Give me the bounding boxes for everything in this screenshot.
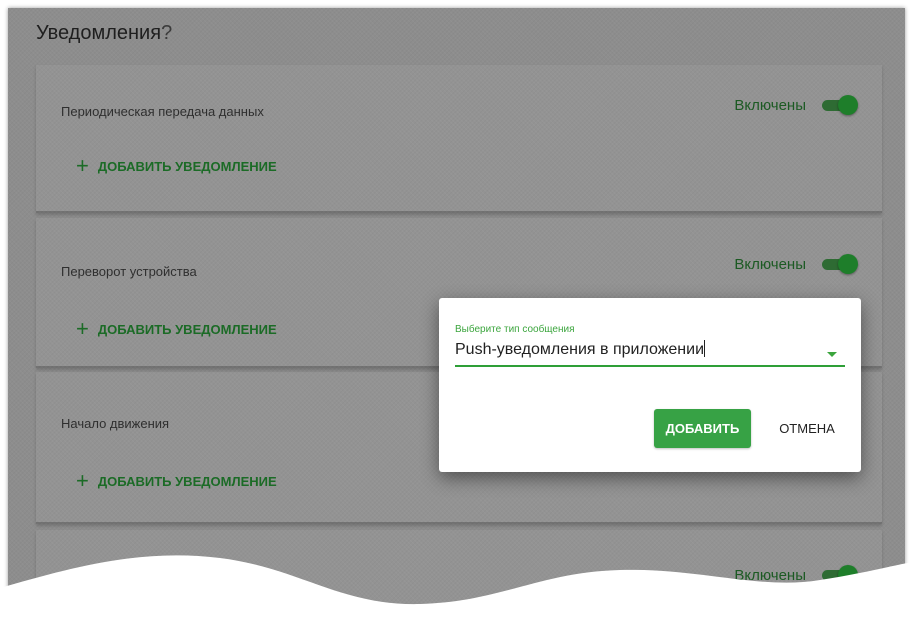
add-notification-button[interactable]: + ДОБАВИТЬ УВЕДОМЛЕНИЕ	[76, 318, 277, 340]
add-notification-label: ДОБАВИТЬ УВЕДОМЛЕНИЕ	[97, 473, 277, 489]
confirm-add-button[interactable]: ДОБАВИТЬ	[654, 409, 751, 448]
toggle-group: Включены	[734, 95, 858, 115]
card-title: Периодическая передача данных	[61, 104, 264, 119]
notification-card-periodic: Периодическая передача данных Включены +…	[36, 65, 882, 213]
text-caret	[704, 340, 706, 357]
add-notification-button[interactable]: + ДОБАВИТЬ УВЕДОМЛЕНИЕ	[76, 155, 277, 177]
add-notification-dialog: Выберите тип сообщения Push-уведомления …	[439, 298, 861, 472]
toggle-knob	[838, 95, 858, 115]
help-marker[interactable]: ?	[161, 22, 172, 44]
add-notification-label: ДОБАВИТЬ УВЕДОМЛЕНИЕ	[97, 158, 277, 174]
card-title: Начало движения	[61, 416, 170, 431]
add-notification-button[interactable]: + ДОБАВИТЬ УВЕДОМЛЕНИЕ	[76, 470, 277, 492]
toggle-group: Включены	[734, 254, 858, 274]
message-type-value: Push-уведомления в приложении	[455, 341, 705, 358]
add-notification-label: ДОБАВИТЬ УВЕДОМЛЕНИЕ	[97, 321, 277, 337]
plus-icon: +	[76, 316, 89, 341]
toggle-knob	[838, 254, 858, 274]
toggle-label: Включены	[734, 96, 806, 114]
select-underline	[455, 365, 845, 367]
enabled-toggle[interactable]	[820, 254, 858, 274]
page-title-text: Уведомления	[36, 22, 162, 44]
enabled-toggle[interactable]	[820, 565, 858, 585]
toggle-knob	[838, 565, 858, 585]
toggle-group: Включены	[734, 565, 858, 585]
dropdown-arrow-icon[interactable]	[827, 352, 837, 357]
toggle-label: Включены	[734, 566, 806, 584]
plus-icon: +	[76, 153, 89, 178]
cancel-button[interactable]: ОТМЕНА	[767, 409, 847, 448]
plus-icon: +	[76, 468, 89, 493]
app-screen: Уведомления? Периодическая передача данн…	[8, 8, 905, 618]
page-title: Уведомления?	[36, 22, 172, 45]
enabled-toggle[interactable]	[820, 95, 858, 115]
message-type-select[interactable]: Push-уведомления в приложении	[455, 340, 706, 359]
card-title: Переворот устройства	[61, 264, 197, 279]
message-type-label: Выберите тип сообщения	[455, 324, 575, 335]
notification-card-partial: Включены	[36, 530, 882, 618]
toggle-label: Включены	[734, 255, 806, 273]
